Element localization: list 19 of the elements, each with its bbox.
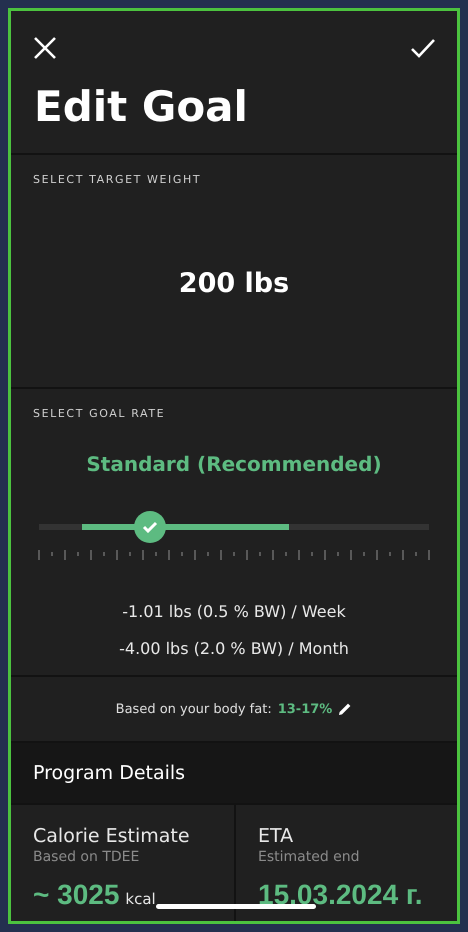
body-fat-label: Based on your body fat: <box>116 702 272 716</box>
body-fat-value: 13-17% <box>278 702 332 716</box>
rate-text: -4.00 lbs (2.0 % BW) / Month <box>119 639 349 658</box>
section-label: SELECT GOAL RATE <box>33 407 166 420</box>
details-title: Program Details <box>33 762 186 784</box>
rate-name: Standard (Recommended) <box>86 452 382 476</box>
page-title: Edit Goal <box>34 81 249 133</box>
card-value: ~ 3025 <box>33 879 120 911</box>
card-subtitle: Estimated end <box>258 849 361 865</box>
card-subtitle: Based on TDEE <box>33 849 140 865</box>
rate-text: -1.01 lbs (0.5 % BW) / Week <box>122 602 346 621</box>
card-value: 15.03.2024 г. <box>258 879 423 911</box>
unit-label: kcal <box>125 890 156 908</box>
card-title: ETA <box>258 825 294 847</box>
card-title: Calorie Estimate <box>33 825 191 847</box>
rate-slider[interactable] <box>39 511 429 543</box>
target-weight-value[interactable]: 200 lbs <box>178 268 290 299</box>
edit-icon[interactable] <box>338 702 352 716</box>
section-label: SELECT TARGET WEIGHT <box>33 173 202 186</box>
